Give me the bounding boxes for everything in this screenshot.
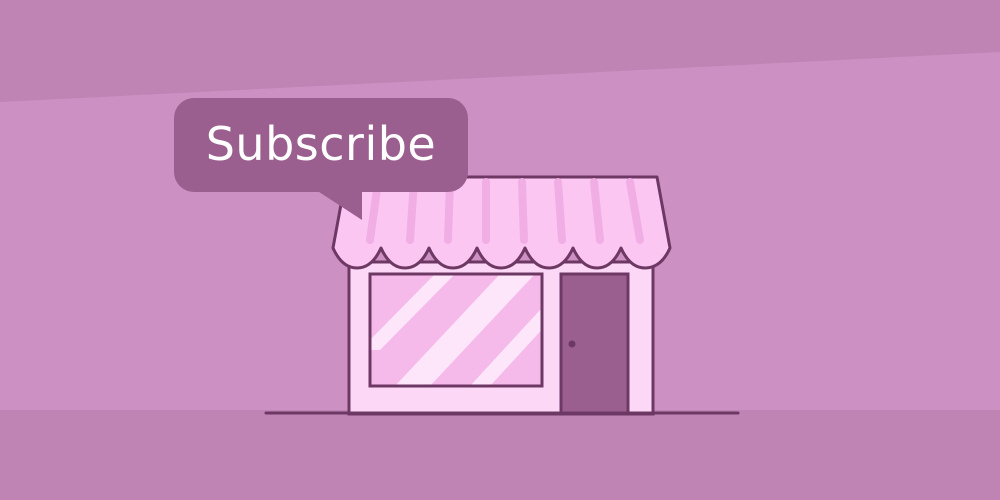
floor-band <box>0 410 1000 500</box>
subscribe-banner: Subscribe <box>0 0 1000 500</box>
subscribe-label: Subscribe <box>205 117 437 171</box>
bubble-tail <box>316 190 362 220</box>
subscribe-button[interactable]: Subscribe <box>174 98 468 192</box>
storefront-illustration <box>0 0 1000 500</box>
door-knob <box>568 340 576 348</box>
